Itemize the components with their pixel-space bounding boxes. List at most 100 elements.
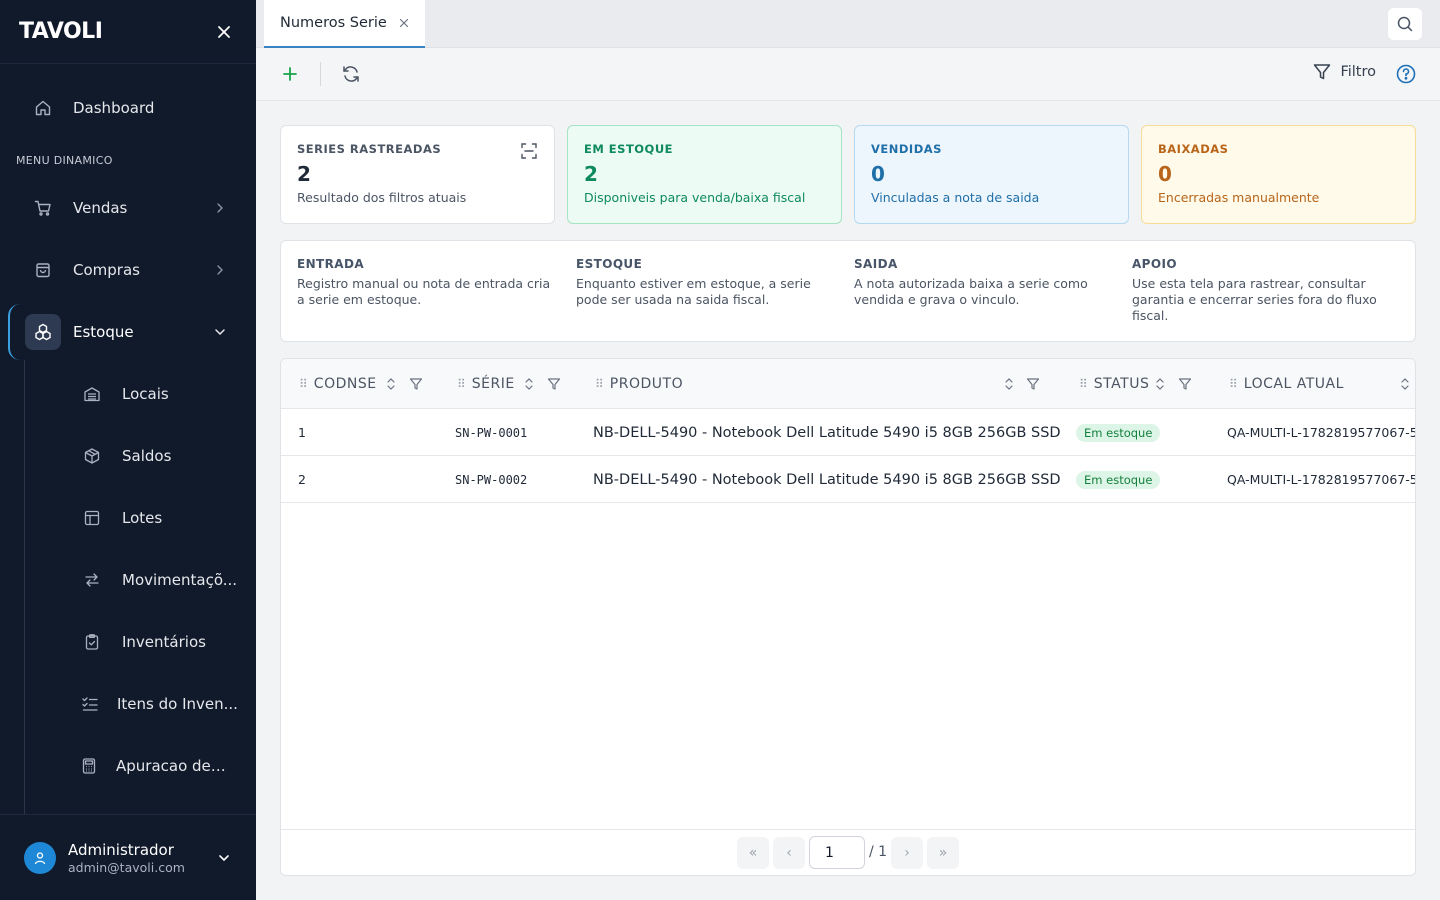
filter-label: Filtro xyxy=(1340,64,1376,80)
menu-section-label: MENU DINAMICO xyxy=(16,154,113,167)
cell-serie: SN-PW-0001 xyxy=(455,425,528,440)
cell-status: Em estoque xyxy=(1076,409,1161,456)
drag-handle-icon[interactable]: ⠿ xyxy=(299,377,308,391)
drag-handle-icon[interactable]: ⠿ xyxy=(1229,377,1238,391)
table-row[interactable]: 1 SN-PW-0001 NB-DELL-5490 - Notebook Del… xyxy=(281,409,1416,456)
column-filter-icon[interactable] xyxy=(409,377,423,391)
filter-button[interactable]: Filtro xyxy=(1312,62,1376,82)
sidebar-item-label: Saldos xyxy=(122,447,172,465)
avatar xyxy=(24,841,56,874)
close-icon[interactable] xyxy=(212,20,236,44)
add-button[interactable] xyxy=(276,60,304,88)
sidebar-subitem-itens-inventario[interactable]: Itens do Inven... xyxy=(0,682,256,726)
sidebar-item-compras[interactable]: Compras xyxy=(0,248,256,292)
pagination: « ‹ / 1 › » xyxy=(281,829,1415,875)
cell-produto: NB-DELL-5490 - Notebook Dell Latitude 54… xyxy=(593,471,1061,488)
sort-icon[interactable] xyxy=(1003,377,1015,391)
toolbar-divider xyxy=(320,62,321,86)
sort-icon[interactable] xyxy=(1154,377,1166,391)
help-icon[interactable] xyxy=(1396,64,1416,84)
card-value: 0 xyxy=(1158,162,1172,186)
filter-icon xyxy=(1314,64,1331,80)
sidebar-subitem-lotes[interactable]: Lotes xyxy=(0,496,256,540)
column-header-produto[interactable]: ⠿ PRODUTO xyxy=(595,359,683,409)
cell-codnse: 2 xyxy=(298,472,306,487)
search-icon xyxy=(1397,16,1413,32)
column-header-serie[interactable]: ⠿ SÉRIE xyxy=(457,359,561,409)
refresh-button[interactable] xyxy=(337,60,365,88)
sidebar-subitem-locais[interactable]: Locais xyxy=(0,372,256,416)
info-text: Enquanto estiver em estoque, a serie pod… xyxy=(576,276,811,307)
column-label: STATUS xyxy=(1093,376,1150,392)
chevron-down-icon xyxy=(215,329,225,336)
sidebar-subitem-saldos[interactable]: Saldos xyxy=(0,434,256,478)
sidebar-item-label: Lotes xyxy=(122,509,163,527)
info-text: A nota autorizada baixa a serie como ven… xyxy=(854,276,1088,307)
page-number-input[interactable] xyxy=(809,836,865,869)
sidebar-subitem-movimentacoes[interactable]: Movimentaçõ... xyxy=(0,558,256,602)
chevron-down-icon[interactable] xyxy=(216,850,232,866)
card-value: 0 xyxy=(871,162,885,186)
column-filter-icon[interactable] xyxy=(1026,377,1040,391)
user-profile[interactable]: Administrador admin@tavoli.com xyxy=(0,814,256,900)
card-value: 2 xyxy=(584,162,598,186)
column-label: CODNSE xyxy=(313,376,377,392)
app-logo: TAVOLI xyxy=(19,19,103,44)
column-header-local-atual[interactable]: ⠿ LOCAL ATUAL xyxy=(1229,359,1344,409)
chevron-right-icon xyxy=(217,265,223,275)
user-info: Administrador admin@tavoli.com xyxy=(68,841,185,875)
column-header-codnse[interactable]: ⠿ CODNSE xyxy=(299,359,423,409)
sidebar-item-dashboard[interactable]: Dashboard xyxy=(0,86,256,130)
column-filter-icon[interactable] xyxy=(1178,377,1192,391)
card-title: SERIES RASTREADAS xyxy=(297,142,442,156)
cart-icon xyxy=(33,198,53,218)
card-value: 2 xyxy=(297,162,311,186)
cell-local-atual: QA-MULTI-L-1782819577067-5 - xyxy=(1227,472,1416,487)
sort-icon[interactable] xyxy=(385,377,397,391)
table-header: ⠿ CODNSE ⠿ SÉRIE ⠿ PRODUTO ⠿ STATUS ⠿ LO… xyxy=(281,359,1415,409)
card-vendidas: VENDIDAS 0 Vinculadas a nota de saida xyxy=(854,125,1129,224)
column-filter-icon[interactable] xyxy=(547,377,561,391)
cell-serie: SN-PW-0002 xyxy=(455,472,528,487)
plus-icon xyxy=(283,67,297,81)
sort-icon[interactable] xyxy=(1399,377,1411,391)
drag-handle-icon[interactable]: ⠿ xyxy=(595,377,604,391)
last-page-button[interactable]: » xyxy=(927,837,959,869)
card-baixadas: BAIXADAS 0 Encerradas manualmente xyxy=(1141,125,1416,224)
calculator-icon xyxy=(79,756,99,776)
refresh-icon xyxy=(343,66,359,82)
card-subtitle: Resultado dos filtros atuais xyxy=(297,190,467,205)
sidebar-item-label: Locais xyxy=(122,385,169,403)
close-icon[interactable] xyxy=(397,16,411,30)
sidebar-subitem-inventarios[interactable]: Inventários xyxy=(0,620,256,664)
next-page-button[interactable]: › xyxy=(891,837,923,869)
sidebar-item-label: Movimentaçõ... xyxy=(122,571,238,589)
cell-local-atual: QA-MULTI-L-1782819577067-5 - xyxy=(1227,425,1416,440)
sidebar-item-label: Estoque xyxy=(73,323,134,341)
card-title: VENDIDAS xyxy=(871,142,942,156)
sort-icon[interactable] xyxy=(523,377,535,391)
info-title: ESTOQUE xyxy=(576,257,643,271)
sidebar-item-estoque[interactable]: Estoque xyxy=(0,310,256,354)
table-row[interactable]: 2 SN-PW-0002 NB-DELL-5490 - Notebook Del… xyxy=(281,456,1416,503)
search-button[interactable] xyxy=(1388,8,1422,40)
drag-handle-icon[interactable]: ⠿ xyxy=(1079,377,1088,391)
info-title: SAIDA xyxy=(854,257,898,271)
user-name: Administrador xyxy=(68,840,174,859)
card-em-estoque: EM ESTOQUE 2 Disponiveis para venda/baix… xyxy=(567,125,842,224)
package-icon xyxy=(82,446,102,466)
column-label: LOCAL ATUAL xyxy=(1243,376,1344,392)
prev-page-button[interactable]: ‹ xyxy=(773,837,805,869)
drag-handle-icon[interactable]: ⠿ xyxy=(457,377,466,391)
column-header-status[interactable]: ⠿ STATUS xyxy=(1079,359,1192,409)
tab-numeros-serie[interactable]: Numeros Serie xyxy=(264,0,425,48)
status-badge: Em estoque xyxy=(1076,423,1161,442)
sidebar-subitem-apuracao[interactable]: Apuracao de ... xyxy=(0,744,256,788)
sidebar-item-label: Compras xyxy=(73,261,140,279)
sidebar-item-vendas[interactable]: Vendas xyxy=(0,186,256,230)
info-text: Registro manual ou nota de entrada cria … xyxy=(297,276,551,307)
user-email: admin@tavoli.com xyxy=(68,859,185,875)
column-label: SÉRIE xyxy=(471,376,515,392)
info-title: ENTRADA xyxy=(297,257,365,271)
first-page-button[interactable]: « xyxy=(737,837,769,869)
